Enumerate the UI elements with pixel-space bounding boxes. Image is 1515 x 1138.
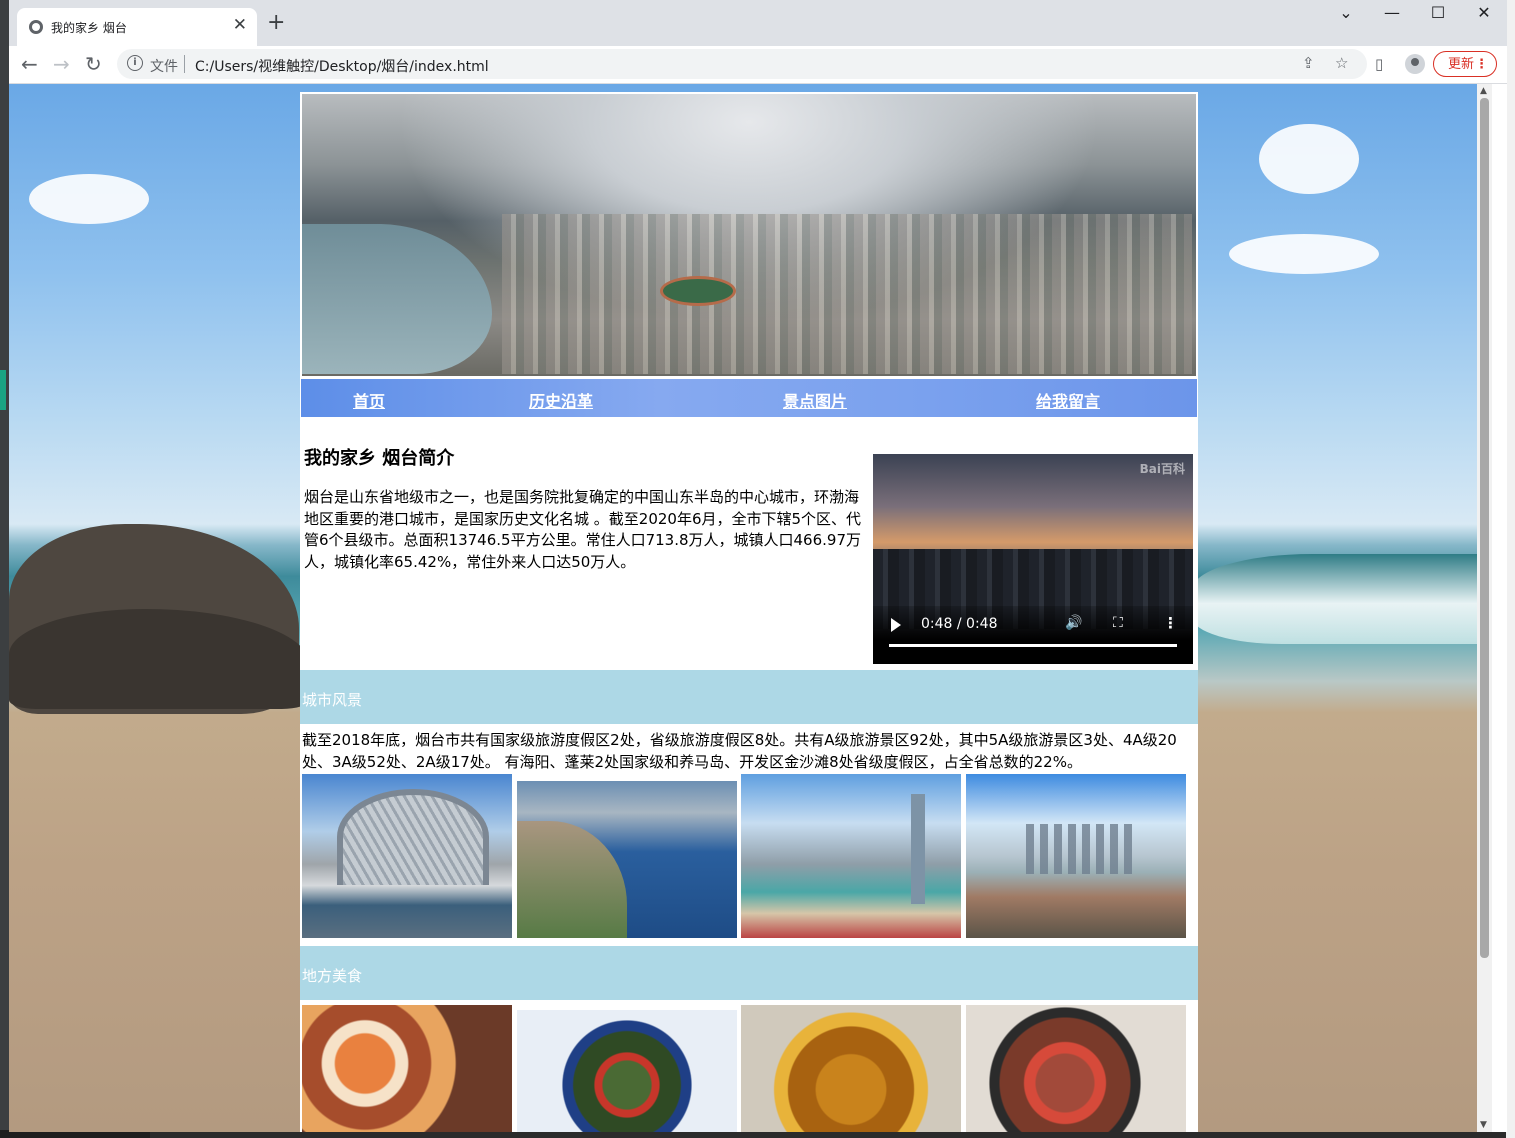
video-watermark: Bai百科 bbox=[1139, 462, 1185, 476]
tab-strip: 我的家乡 烟台 ✕ + ⌄ — ☐ ✕ bbox=[9, 0, 1507, 46]
banner-sea bbox=[302, 224, 492, 374]
page-viewport: 首页 历史沿革 景点图片 给我留言 我的家乡 烟台简介 烟台是山东省地级市之一，… bbox=[9, 84, 1492, 1132]
scenery-section-header: 城市风景 bbox=[300, 670, 1198, 724]
side-panel-icon[interactable]: ▯ bbox=[1375, 55, 1383, 73]
scroll-up-icon[interactable]: ▲ bbox=[1480, 86, 1487, 96]
video-time: 0:48 / 0:48 bbox=[921, 616, 998, 632]
forward-arrow-icon[interactable]: → bbox=[53, 52, 70, 76]
nav-photos[interactable]: 景点图片 bbox=[783, 388, 847, 412]
video-player[interactable]: Bai百科 0:48 / 0:48 🔊 ⛶ ⋮ bbox=[873, 454, 1193, 664]
food-photo bbox=[302, 1005, 512, 1132]
tab-title: 我的家乡 烟台 bbox=[51, 21, 127, 35]
desktop-app-sidebar bbox=[0, 0, 9, 1138]
cloud-shape bbox=[1229, 234, 1379, 274]
scroll-down-icon[interactable]: ▼ bbox=[1480, 1120, 1487, 1130]
scenery-text: 截至2018年底，烟台市共有国家级旅游度假区2处，省级旅游度假区8处。共有A级旅… bbox=[302, 731, 1177, 771]
update-button[interactable]: 更新 ⋮ bbox=[1433, 51, 1497, 77]
info-icon[interactable]: i bbox=[127, 55, 143, 71]
city-banner-image bbox=[300, 92, 1198, 378]
maximize-button[interactable]: ☐ bbox=[1415, 3, 1461, 22]
scenery-photo bbox=[302, 774, 512, 938]
new-tab-button[interactable]: + bbox=[267, 10, 285, 35]
banner-city bbox=[502, 214, 1192, 374]
update-label: 更新 bbox=[1448, 57, 1475, 72]
url-text[interactable]: C:/Users/视维触控/Desktop/烟台/index.html bbox=[195, 56, 489, 76]
browser-toolbar: ← → ↻ i 文件 C:/Users/视维触控/Desktop/烟台/inde… bbox=[9, 46, 1507, 84]
scheme-label: 文件 bbox=[150, 59, 178, 75]
more-menu-icon[interactable]: ⋮ bbox=[1475, 52, 1488, 78]
browser-window: 我的家乡 烟台 ✕ + ⌄ — ☐ ✕ ← → ↻ i 文件 C:/Users/… bbox=[9, 0, 1507, 1132]
page-container: 首页 历史沿革 景点图片 给我留言 我的家乡 烟台简介 烟台是山东省地级市之一，… bbox=[300, 92, 1198, 1132]
page-scrollbar[interactable]: ▲ ▼ bbox=[1477, 84, 1492, 1132]
close-window-button[interactable]: ✕ bbox=[1461, 3, 1507, 22]
food-photo bbox=[966, 1005, 1186, 1132]
intro-title: 我的家乡 烟台简介 bbox=[304, 448, 455, 469]
globe-icon bbox=[29, 20, 43, 34]
nav-history[interactable]: 历史沿革 bbox=[529, 388, 593, 412]
scenery-title: 城市风景 bbox=[302, 691, 363, 709]
reload-icon[interactable]: ↻ bbox=[85, 52, 102, 76]
desktop-app-right-edge bbox=[1506, 0, 1515, 1138]
scenery-photo bbox=[517, 781, 737, 938]
volume-icon[interactable]: 🔊 bbox=[1065, 615, 1082, 631]
video-more-icon[interactable]: ⋮ bbox=[1163, 614, 1178, 632]
wave-shape bbox=[1192, 554, 1492, 644]
desktop-app-highlight bbox=[0, 370, 6, 410]
food-photo bbox=[741, 1005, 961, 1132]
nav-home[interactable]: 首页 bbox=[353, 388, 385, 412]
cloud-shape bbox=[29, 174, 149, 224]
browser-tab[interactable]: 我的家乡 烟台 ✕ bbox=[17, 8, 257, 46]
intro-text: 烟台是山东省地级市之一，也是国务院批复确定的中国山东半岛的中心城市，环渤海地区重… bbox=[304, 488, 862, 571]
video-controls: 0:48 / 0:48 🔊 ⛶ ⋮ bbox=[873, 606, 1193, 664]
main-nav: 首页 历史沿革 景点图片 给我留言 bbox=[300, 378, 1198, 418]
share-icon[interactable]: ⇪ bbox=[1302, 54, 1315, 72]
food-photo bbox=[517, 1010, 737, 1132]
bookmark-star-icon[interactable]: ☆ bbox=[1335, 54, 1348, 72]
play-icon[interactable] bbox=[891, 618, 901, 632]
address-bar[interactable]: i 文件 C:/Users/视维触控/Desktop/烟台/index.html… bbox=[117, 49, 1367, 79]
food-section-header: 地方美食 bbox=[300, 946, 1198, 1000]
minimize-button[interactable]: — bbox=[1369, 3, 1415, 22]
video-progress-bar[interactable] bbox=[889, 644, 1177, 647]
banner-stadium bbox=[660, 276, 736, 306]
close-tab-icon[interactable]: ✕ bbox=[233, 15, 247, 35]
address-separator bbox=[184, 55, 185, 73]
tab-search-button[interactable]: ⌄ bbox=[1323, 3, 1369, 22]
scrollbar-thumb[interactable] bbox=[1480, 98, 1489, 958]
back-arrow-icon[interactable]: ← bbox=[21, 52, 38, 76]
profile-avatar-icon[interactable] bbox=[1405, 54, 1425, 74]
nav-message[interactable]: 给我留言 bbox=[1036, 388, 1100, 412]
scenery-photo bbox=[966, 774, 1186, 938]
scenery-photo bbox=[741, 774, 961, 938]
cloud-shape bbox=[1259, 124, 1359, 194]
food-title: 地方美食 bbox=[302, 967, 363, 985]
fullscreen-icon[interactable]: ⛶ bbox=[1113, 615, 1123, 631]
